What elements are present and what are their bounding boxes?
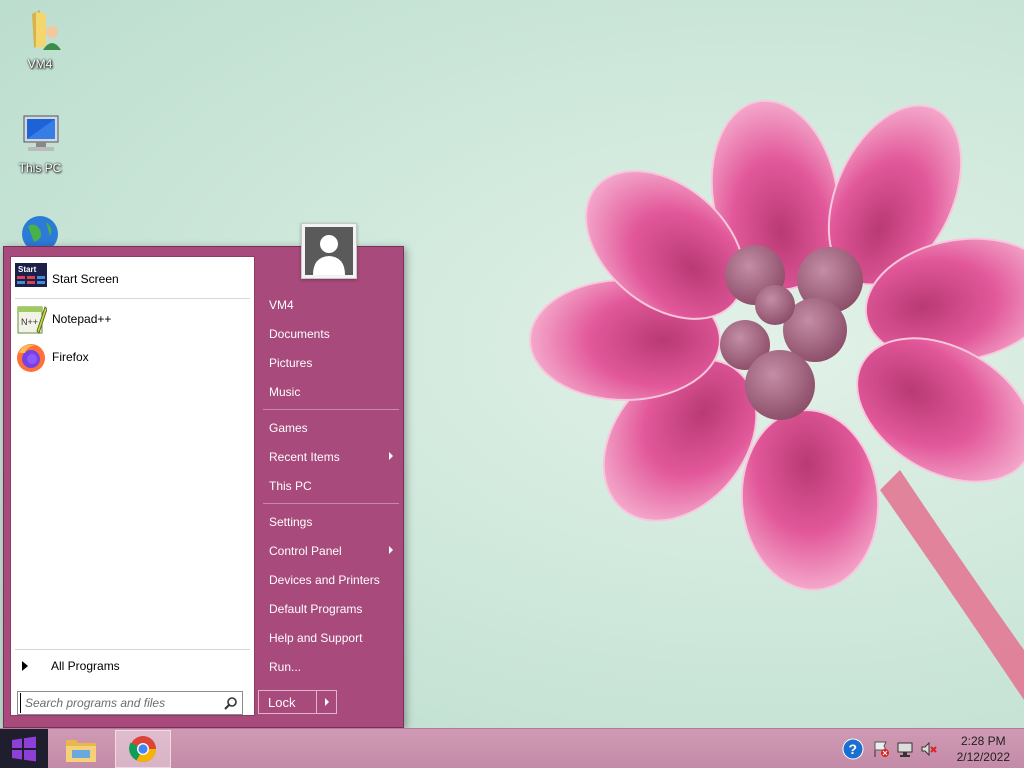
- pinned-start-screen[interactable]: Start Start Screen: [15, 263, 250, 295]
- menu-item-label: Music: [269, 384, 301, 399]
- search-input[interactable]: [20, 693, 220, 713]
- menu-item-label: Default Programs: [269, 601, 363, 616]
- places-pane: VM4 Documents Pictures Music Games Recen…: [259, 247, 403, 727]
- all-programs-label: All Programs: [51, 659, 120, 673]
- menu-item-label: Pictures: [269, 355, 313, 370]
- pinned-separator: [15, 298, 250, 299]
- all-programs-separator: [15, 649, 250, 650]
- firefox-icon: [17, 344, 45, 372]
- all-programs-button[interactable]: All Programs: [15, 655, 250, 677]
- help-icon[interactable]: ?: [842, 738, 864, 760]
- desktop-icon-vm4[interactable]: VM4: [0, 8, 80, 71]
- pinned-label: Firefox: [52, 350, 89, 364]
- computer-icon: [23, 115, 59, 151]
- menu-item-label: Devices and Printers: [269, 572, 380, 587]
- menu-item-recent-items[interactable]: Recent Items: [263, 444, 399, 469]
- menu-item-label: Games: [269, 420, 308, 435]
- menu-item-label: Run...: [269, 659, 302, 674]
- menu-item-label: This PC: [269, 478, 312, 493]
- menu-item-pictures[interactable]: Pictures: [263, 350, 399, 375]
- lock-label: Lock: [268, 694, 296, 710]
- network-icon[interactable]: [894, 738, 916, 760]
- chevron-right-icon: [324, 698, 329, 706]
- search-icon[interactable]: [220, 692, 242, 714]
- start-screen-icon-text: Start: [18, 265, 37, 274]
- menu-separator: [263, 503, 399, 504]
- pinned-firefox[interactable]: Firefox: [15, 341, 250, 373]
- desktop-icon-label: VM4: [27, 57, 53, 71]
- menu-item-control-panel[interactable]: Control Panel: [263, 538, 399, 563]
- menu-item-default-programs[interactable]: Default Programs: [263, 596, 399, 621]
- notepadpp-icon: N++: [17, 306, 47, 334]
- menu-item-label: Documents: [269, 326, 330, 341]
- menu-item-settings[interactable]: Settings: [263, 509, 399, 534]
- menu-item-vm4[interactable]: VM4: [263, 292, 399, 317]
- menu-item-label: VM4: [269, 297, 294, 312]
- windows-logo-icon: [12, 736, 36, 762]
- desktop-icon-this-pc[interactable]: This PC: [0, 112, 80, 175]
- menu-item-games[interactable]: Games: [263, 415, 399, 440]
- clock-date: 2/12/2022: [956, 750, 1010, 764]
- arrow-right-icon: [22, 661, 28, 671]
- user-folder-icon: [32, 10, 61, 50]
- svg-text:N++: N++: [21, 317, 38, 327]
- action-center-flag-icon[interactable]: [870, 738, 892, 760]
- pinned-notepadpp[interactable]: N++ Notepad++: [15, 303, 250, 335]
- taskbar-file-explorer[interactable]: [53, 730, 109, 768]
- taskbar: ? 2:28 PM 2/12/2022: [0, 728, 1024, 768]
- svg-text:?: ?: [849, 741, 858, 757]
- menu-item-run[interactable]: Run...: [263, 654, 399, 679]
- lock-button-group: Lock: [258, 690, 337, 714]
- lock-button[interactable]: Lock: [259, 691, 316, 713]
- menu-item-help-support[interactable]: Help and Support: [263, 625, 399, 650]
- system-clock[interactable]: 2:28 PM 2/12/2022: [957, 733, 1010, 765]
- menu-item-documents[interactable]: Documents: [263, 321, 399, 346]
- volume-muted-icon[interactable]: [918, 738, 940, 760]
- pinned-label: Notepad++: [52, 312, 112, 326]
- file-explorer-icon: [66, 740, 96, 762]
- menu-item-this-pc[interactable]: This PC: [263, 473, 399, 498]
- desktop-icon-label: This PC: [18, 161, 62, 175]
- menu-item-label: Control Panel: [269, 543, 342, 558]
- start-menu: Start Start Screen N++ Notepad++ Firefox…: [3, 223, 404, 728]
- search-box: [17, 691, 243, 715]
- shutdown-options-button[interactable]: [316, 691, 336, 713]
- clock-time: 2:28 PM: [960, 734, 1006, 748]
- submenu-arrow-icon: [389, 546, 393, 554]
- taskbar-chrome[interactable]: [115, 730, 171, 768]
- submenu-arrow-icon: [389, 452, 393, 460]
- start-button[interactable]: [0, 729, 48, 768]
- programs-pane: Start Start Screen N++ Notepad++ Firefox…: [10, 256, 255, 716]
- menu-item-devices-printers[interactable]: Devices and Printers: [263, 567, 399, 592]
- menu-item-music[interactable]: Music: [263, 379, 399, 404]
- menu-item-label: Recent Items: [269, 449, 340, 464]
- menu-item-label: Settings: [269, 514, 313, 529]
- start-screen-icon: Start: [15, 263, 47, 287]
- menu-item-label: Help and Support: [269, 630, 363, 645]
- chrome-icon: [129, 736, 157, 763]
- pinned-label: Start Screen: [52, 272, 119, 286]
- menu-separator: [263, 409, 399, 410]
